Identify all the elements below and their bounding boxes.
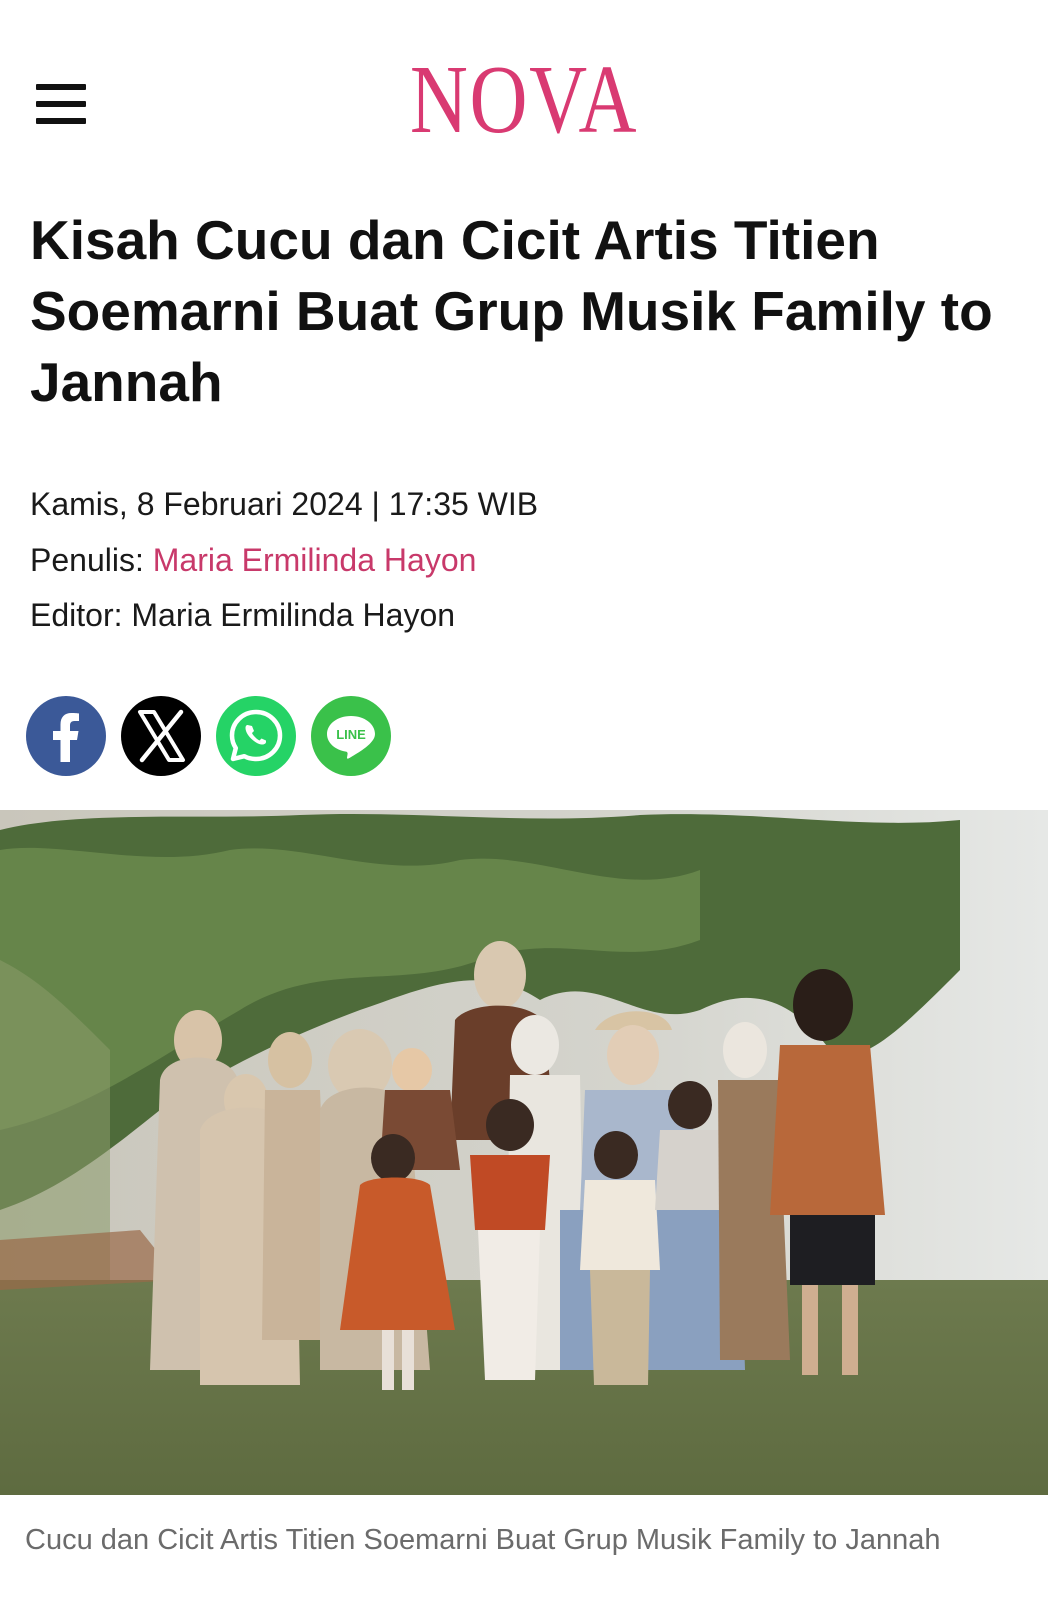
line-icon-label: LINE — [336, 727, 366, 742]
article-editor: Editor: Maria Ermilinda Hayon — [30, 595, 455, 635]
family-photo — [0, 810, 1048, 1495]
image-caption: Cucu dan Cicit Artis Titien Soemarni Bua… — [25, 1524, 941, 1556]
whatsapp-icon — [216, 696, 296, 776]
article-writer: Penulis: Maria Ermilinda Hayon — [30, 540, 476, 580]
share-facebook-button[interactable] — [26, 696, 106, 776]
line-icon: LINE — [311, 696, 391, 776]
writer-label: Penulis: — [30, 542, 144, 578]
site-logo[interactable]: NOVA — [94, 40, 953, 160]
editor-label: Editor: — [30, 597, 123, 633]
hamburger-menu-icon[interactable] — [36, 84, 86, 124]
writer-name-link[interactable]: Maria Ermilinda Hayon — [153, 542, 477, 578]
article-hero-image — [0, 810, 1048, 1495]
article-date: Kamis, 8 Februari 2024 | 17:35 WIB — [30, 486, 539, 522]
x-twitter-icon — [121, 696, 201, 776]
share-line-button[interactable]: LINE — [311, 696, 391, 776]
share-x-button[interactable] — [121, 696, 201, 776]
editor-name: Maria Ermilinda Hayon — [131, 597, 456, 633]
article-title: Kisah Cucu dan Cicit Artis Titien Soemar… — [30, 209, 993, 413]
site-header: NOVA — [0, 0, 1048, 190]
facebook-icon — [26, 696, 106, 776]
share-whatsapp-button[interactable] — [216, 696, 296, 776]
